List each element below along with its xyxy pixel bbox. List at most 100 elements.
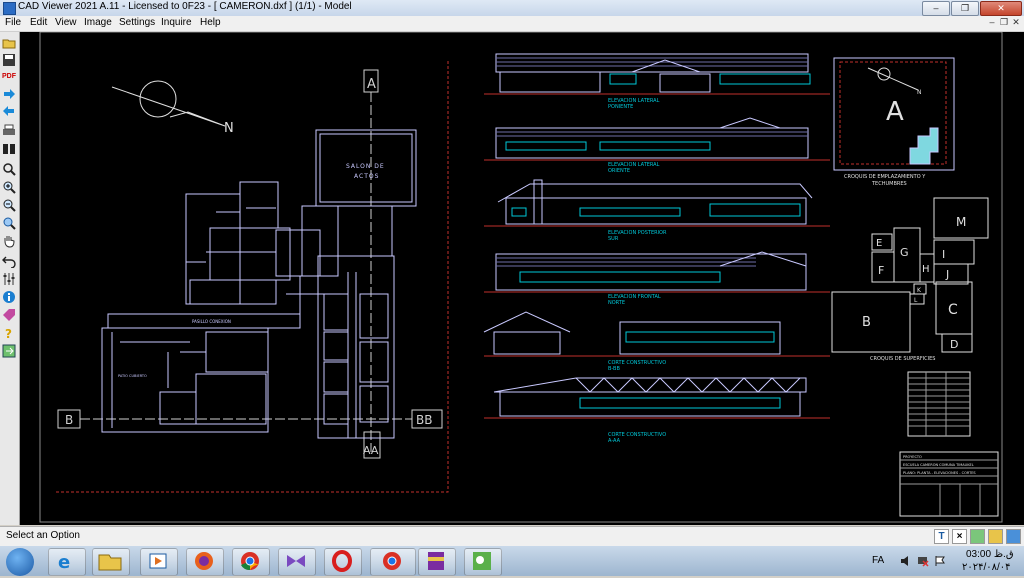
section-aa-sub: A-AA	[608, 438, 621, 444]
elevation-norte: ELEVACION FRONTAL NORTE	[484, 251, 830, 306]
taskbar-opera-icon[interactable]	[324, 548, 362, 576]
info-icon[interactable]	[2, 290, 16, 304]
surface-b: B	[862, 315, 871, 330]
section-b-bb: CORTE CONSTRUCTIVO B-BB	[483, 311, 830, 372]
flag-icon[interactable]	[934, 555, 946, 567]
elevation-4-sub: NORTE	[608, 300, 625, 306]
drawing-viewport[interactable]: N A AA B BB SALON DE ACTOS PASILLO CONEX…	[20, 32, 1024, 525]
taskbar-media-icon[interactable]	[140, 548, 178, 576]
mdi-close-button[interactable]: ✕	[1011, 17, 1021, 27]
zoom-window-icon[interactable]	[2, 216, 16, 230]
elevation-poniente: ELEVACION LATERAL PONIENTE	[484, 53, 830, 110]
language-indicator[interactable]: FA	[872, 555, 884, 566]
save-icon[interactable]	[2, 53, 16, 67]
zoom-icon[interactable]	[2, 162, 16, 176]
menu-settings[interactable]: Settings	[119, 17, 155, 28]
network-icon[interactable]	[917, 555, 929, 567]
surface-l: L	[914, 297, 918, 304]
exit-icon[interactable]	[2, 344, 16, 358]
elevation-1-sub: PONIENTE	[608, 104, 633, 110]
surfaces-table	[907, 371, 971, 437]
text-toggle-button[interactable]: T	[934, 529, 949, 544]
section-marker-a: A	[367, 77, 376, 92]
taskbar-firefox-icon[interactable]	[186, 548, 224, 576]
taskbar: e FA 03:00 ق.ظ ۲۰۲۴/۰۸/۰۴	[0, 546, 1024, 576]
elevation-3-sub: SUR	[608, 236, 619, 242]
image-view-button[interactable]	[970, 529, 985, 544]
elevation-2-sub: ORIENTE	[608, 168, 630, 174]
cad-drawing[interactable]: N A AA B BB SALON DE ACTOS PASILLO CONEX…	[20, 32, 1024, 525]
svg-text:?: ?	[5, 327, 12, 340]
maximize-button[interactable]: ❐	[951, 1, 979, 16]
window-title: CAD Viewer 2021 A.11 - Licensed to 0F23 …	[18, 1, 352, 12]
section-marker-bb: BB	[416, 413, 432, 427]
clock-date[interactable]: ۲۰۲۴/۰۸/۰۴	[962, 562, 1011, 573]
surface-i: I	[942, 248, 945, 261]
minimize-button[interactable]: –	[922, 1, 950, 16]
menu-view[interactable]: View	[55, 17, 77, 28]
section-a-aa: CORTE CONSTRUCTIVO A-AA	[484, 377, 830, 444]
site-north-label: N	[917, 89, 922, 96]
arrow-left-icon[interactable]	[2, 104, 16, 118]
label-patio: PATIO CUBIERTO	[118, 374, 147, 378]
zoom-in-icon[interactable]	[2, 180, 16, 194]
arrow-right-icon[interactable]	[2, 87, 16, 101]
pdf-icon[interactable]: PDF	[2, 70, 16, 84]
surface-d: D	[950, 338, 958, 351]
section-marker-aa: AA	[363, 444, 379, 457]
section-bb-sub: B-BB	[608, 366, 620, 372]
surface-g: G	[900, 246, 909, 259]
menu-help[interactable]: Help	[200, 17, 221, 28]
surface-j: J	[945, 268, 949, 281]
zoom-out-icon[interactable]	[2, 198, 16, 212]
taskbar-chrome-icon[interactable]	[232, 548, 270, 576]
title-block-line-2: ESCUELA CAMERON COMUNA TIMAUKEL	[903, 463, 974, 467]
svg-text:e: e	[58, 552, 70, 573]
print-icon[interactable]	[2, 124, 16, 138]
clock-time[interactable]: 03:00 ق.ظ	[966, 549, 1014, 560]
menu-file[interactable]: File	[5, 17, 21, 28]
taskbar-winrar-icon[interactable]	[418, 548, 456, 576]
north-arrow: N	[111, 80, 234, 136]
layers-icon[interactable]	[2, 142, 16, 156]
room-label-salon-2: ACTOS	[354, 173, 379, 180]
room-label-salon-1: SALON DE	[346, 163, 385, 170]
mdi-minimize-button[interactable]: –	[987, 17, 997, 27]
status-bar: Select an Option T ×	[0, 526, 1024, 546]
pan-hand-icon[interactable]	[2, 234, 16, 248]
label-pasillo: PASILLO CONEXION	[192, 319, 231, 324]
title-block-line-3: PLANO: PLANTA - ELEVACIONES - CORTES	[903, 471, 976, 475]
site-caption-1: CROQUIS DE EMPLAZAMIENTO Y	[844, 174, 926, 180]
surface-k: K	[917, 287, 922, 294]
menu-bar: File Edit View Image Settings Inquire He…	[0, 16, 1024, 32]
menu-edit[interactable]: Edit	[30, 17, 47, 28]
open-folder-icon[interactable]	[2, 36, 16, 50]
status-close-button[interactable]: ×	[952, 529, 967, 544]
close-button[interactable]: ✕	[980, 1, 1022, 16]
left-toolbar: PDF ?	[0, 32, 20, 525]
elevation-sur: ELEVACION POSTERIOR SUR	[484, 179, 830, 242]
settings-sliders-icon[interactable]	[2, 272, 16, 286]
menu-image[interactable]: Image	[84, 17, 112, 28]
status-text: Select an Option	[6, 530, 80, 541]
taskbar-folder-icon[interactable]	[92, 548, 130, 576]
sheet-frame	[39, 32, 1003, 523]
surface-h: H	[922, 264, 930, 275]
taskbar-cad-viewer-icon[interactable]	[464, 548, 502, 576]
layout-button[interactable]	[988, 529, 1003, 544]
taskbar-chrome-2-icon[interactable]	[370, 548, 416, 576]
tag-icon[interactable]	[2, 308, 16, 322]
mdi-restore-button[interactable]: ❐	[999, 17, 1009, 27]
taskbar-ie-icon[interactable]: e	[48, 548, 86, 576]
surface-f: F	[878, 264, 884, 277]
monitor-button[interactable]	[1006, 529, 1021, 544]
help-icon[interactable]: ?	[2, 326, 16, 340]
start-button[interactable]	[6, 548, 34, 576]
volume-icon[interactable]	[900, 555, 912, 567]
site-letter-a: A	[886, 97, 904, 127]
app-icon	[3, 2, 16, 15]
undo-icon[interactable]	[2, 254, 16, 268]
menu-inquire[interactable]: Inquire	[161, 17, 192, 28]
site-plan: N A CROQUIS DE EMPLAZAMIENTO Y TECHUMBRE…	[833, 57, 955, 187]
taskbar-vs-icon[interactable]	[278, 548, 316, 576]
